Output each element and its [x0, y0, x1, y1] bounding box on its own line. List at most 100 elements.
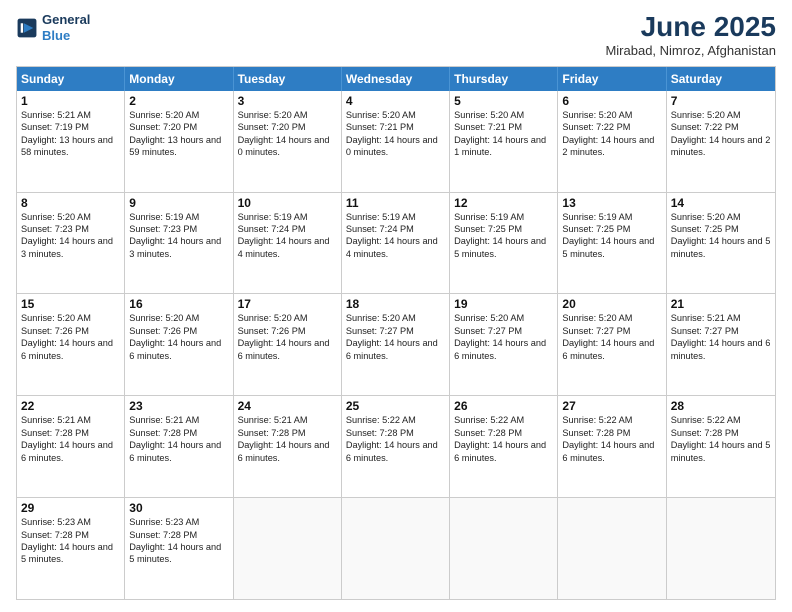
- day-number: 21: [671, 297, 771, 311]
- day-number: 29: [21, 501, 120, 515]
- sunset-text: Sunset: 7:26 PM: [21, 325, 120, 337]
- day-number: 3: [238, 94, 337, 108]
- daylight-text: Daylight: 14 hours and 6 minutes.: [562, 337, 661, 362]
- day-cell-20: 20Sunrise: 5:20 AMSunset: 7:27 PMDayligh…: [558, 294, 666, 395]
- sunset-text: Sunset: 7:28 PM: [21, 529, 120, 541]
- day-number: 24: [238, 399, 337, 413]
- day-cell-16: 16Sunrise: 5:20 AMSunset: 7:26 PMDayligh…: [125, 294, 233, 395]
- sunset-text: Sunset: 7:21 PM: [454, 121, 553, 133]
- daylight-text: Daylight: 14 hours and 3 minutes.: [21, 235, 120, 260]
- sunrise-text: Sunrise: 5:20 AM: [454, 312, 553, 324]
- daylight-text: Daylight: 14 hours and 6 minutes.: [671, 337, 771, 362]
- day-cell-12: 12Sunrise: 5:19 AMSunset: 7:25 PMDayligh…: [450, 193, 558, 294]
- day-cell-26: 26Sunrise: 5:22 AMSunset: 7:28 PMDayligh…: [450, 396, 558, 497]
- sunset-text: Sunset: 7:28 PM: [671, 427, 771, 439]
- calendar-row-3: 15Sunrise: 5:20 AMSunset: 7:26 PMDayligh…: [17, 293, 775, 395]
- day-number: 10: [238, 196, 337, 210]
- daylight-text: Daylight: 14 hours and 5 minutes.: [21, 541, 120, 566]
- day-cell-7: 7Sunrise: 5:20 AMSunset: 7:22 PMDaylight…: [667, 91, 775, 192]
- day-number: 19: [454, 297, 553, 311]
- sunrise-text: Sunrise: 5:20 AM: [562, 312, 661, 324]
- sunrise-text: Sunrise: 5:20 AM: [671, 109, 771, 121]
- sunrise-text: Sunrise: 5:22 AM: [671, 414, 771, 426]
- daylight-text: Daylight: 13 hours and 59 minutes.: [129, 134, 228, 159]
- sunrise-text: Sunrise: 5:21 AM: [21, 414, 120, 426]
- weekday-header-monday: Monday: [125, 67, 233, 91]
- sunset-text: Sunset: 7:26 PM: [238, 325, 337, 337]
- sunset-text: Sunset: 7:28 PM: [238, 427, 337, 439]
- day-cell-27: 27Sunrise: 5:22 AMSunset: 7:28 PMDayligh…: [558, 396, 666, 497]
- empty-cell: [342, 498, 450, 599]
- day-cell-19: 19Sunrise: 5:20 AMSunset: 7:27 PMDayligh…: [450, 294, 558, 395]
- day-number: 5: [454, 94, 553, 108]
- calendar-body: 1Sunrise: 5:21 AMSunset: 7:19 PMDaylight…: [17, 91, 775, 599]
- weekday-header-thursday: Thursday: [450, 67, 558, 91]
- day-number: 15: [21, 297, 120, 311]
- day-number: 14: [671, 196, 771, 210]
- sunset-text: Sunset: 7:21 PM: [346, 121, 445, 133]
- sunset-text: Sunset: 7:27 PM: [346, 325, 445, 337]
- sunrise-text: Sunrise: 5:22 AM: [562, 414, 661, 426]
- sunrise-text: Sunrise: 5:20 AM: [238, 312, 337, 324]
- sunset-text: Sunset: 7:25 PM: [562, 223, 661, 235]
- day-number: 4: [346, 94, 445, 108]
- sunset-text: Sunset: 7:27 PM: [671, 325, 771, 337]
- sunrise-text: Sunrise: 5:23 AM: [129, 516, 228, 528]
- daylight-text: Daylight: 14 hours and 4 minutes.: [238, 235, 337, 260]
- empty-cell: [234, 498, 342, 599]
- sunrise-text: Sunrise: 5:19 AM: [454, 211, 553, 223]
- day-cell-1: 1Sunrise: 5:21 AMSunset: 7:19 PMDaylight…: [17, 91, 125, 192]
- day-cell-13: 13Sunrise: 5:19 AMSunset: 7:25 PMDayligh…: [558, 193, 666, 294]
- day-number: 22: [21, 399, 120, 413]
- sunrise-text: Sunrise: 5:20 AM: [129, 312, 228, 324]
- sunset-text: Sunset: 7:24 PM: [346, 223, 445, 235]
- calendar-header: SundayMondayTuesdayWednesdayThursdayFrid…: [17, 67, 775, 91]
- calendar-row-1: 1Sunrise: 5:21 AMSunset: 7:19 PM Daylight…: [17, 91, 775, 192]
- sunset-text: Sunset: 7:26 PM: [129, 325, 228, 337]
- day-number: 17: [238, 297, 337, 311]
- sunrise-text: Sunrise: 5:22 AM: [454, 414, 553, 426]
- day-number: 1: [21, 94, 120, 108]
- sunset-text: Sunset: 7:23 PM: [129, 223, 228, 235]
- day-number: 8: [21, 196, 120, 210]
- day-cell-2: 2Sunrise: 5:20 AMSunset: 7:20 PMDaylight…: [125, 91, 233, 192]
- day-number: 25: [346, 399, 445, 413]
- sunset-text: Sunset: 7:28 PM: [346, 427, 445, 439]
- daylight-text: Daylight: 14 hours and 6 minutes.: [346, 439, 445, 464]
- daylight-text: Daylight: 14 hours and 6 minutes.: [454, 337, 553, 362]
- sunrise-text: Sunrise: 5:20 AM: [671, 211, 771, 223]
- sunrise-text: Sunrise: 5:21 AM: [238, 414, 337, 426]
- sunrise-text: Sunrise: 5:20 AM: [346, 312, 445, 324]
- day-cell-23: 23Sunrise: 5:21 AMSunset: 7:28 PMDayligh…: [125, 396, 233, 497]
- daylight-text: Daylight: 14 hours and 5 minutes.: [454, 235, 553, 260]
- daylight-text: Daylight: 14 hours and 6 minutes.: [238, 337, 337, 362]
- sunset-text: Sunset: 7:19 PM: [21, 121, 120, 133]
- day-number: 11: [346, 196, 445, 210]
- weekday-header-sunday: Sunday: [17, 67, 125, 91]
- day-cell-22: 22Sunrise: 5:21 AMSunset: 7:28 PMDayligh…: [17, 396, 125, 497]
- calendar-row-4: 22Sunrise: 5:21 AMSunset: 7:28 PMDayligh…: [17, 395, 775, 497]
- day-number: 18: [346, 297, 445, 311]
- empty-cell: [558, 498, 666, 599]
- day-number: 6: [562, 94, 661, 108]
- day-number: 30: [129, 501, 228, 515]
- daylight-text: Daylight: 14 hours and 5 minutes.: [129, 541, 228, 566]
- daylight-text: Daylight: 14 hours and 5 minutes.: [562, 235, 661, 260]
- daylight-text: Daylight: 14 hours and 6 minutes.: [129, 439, 228, 464]
- sunset-text: Sunset: 7:20 PM: [238, 121, 337, 133]
- weekday-header-saturday: Saturday: [667, 67, 775, 91]
- sunset-text: Sunset: 7:22 PM: [562, 121, 661, 133]
- day-number: 2: [129, 94, 228, 108]
- sunset-text: Sunset: 7:22 PM: [671, 121, 771, 133]
- sunset-text: Sunset: 7:23 PM: [21, 223, 120, 235]
- day-cell-18: 18Sunrise: 5:20 AMSunset: 7:27 PMDayligh…: [342, 294, 450, 395]
- sunset-text: Sunset: 7:25 PM: [454, 223, 553, 235]
- day-cell-4: 4Sunrise: 5:20 AMSunset: 7:21 PMDaylight…: [342, 91, 450, 192]
- page: General Blue June 2025 Mirabad, Nimroz, …: [0, 0, 792, 612]
- day-number: 27: [562, 399, 661, 413]
- sunrise-text: Sunrise: 5:21 AM: [21, 109, 120, 121]
- empty-cell: [450, 498, 558, 599]
- month-title: June 2025: [605, 12, 776, 43]
- logo-text: General Blue: [42, 12, 90, 43]
- daylight-text: Daylight: 14 hours and 5 minutes.: [671, 439, 771, 464]
